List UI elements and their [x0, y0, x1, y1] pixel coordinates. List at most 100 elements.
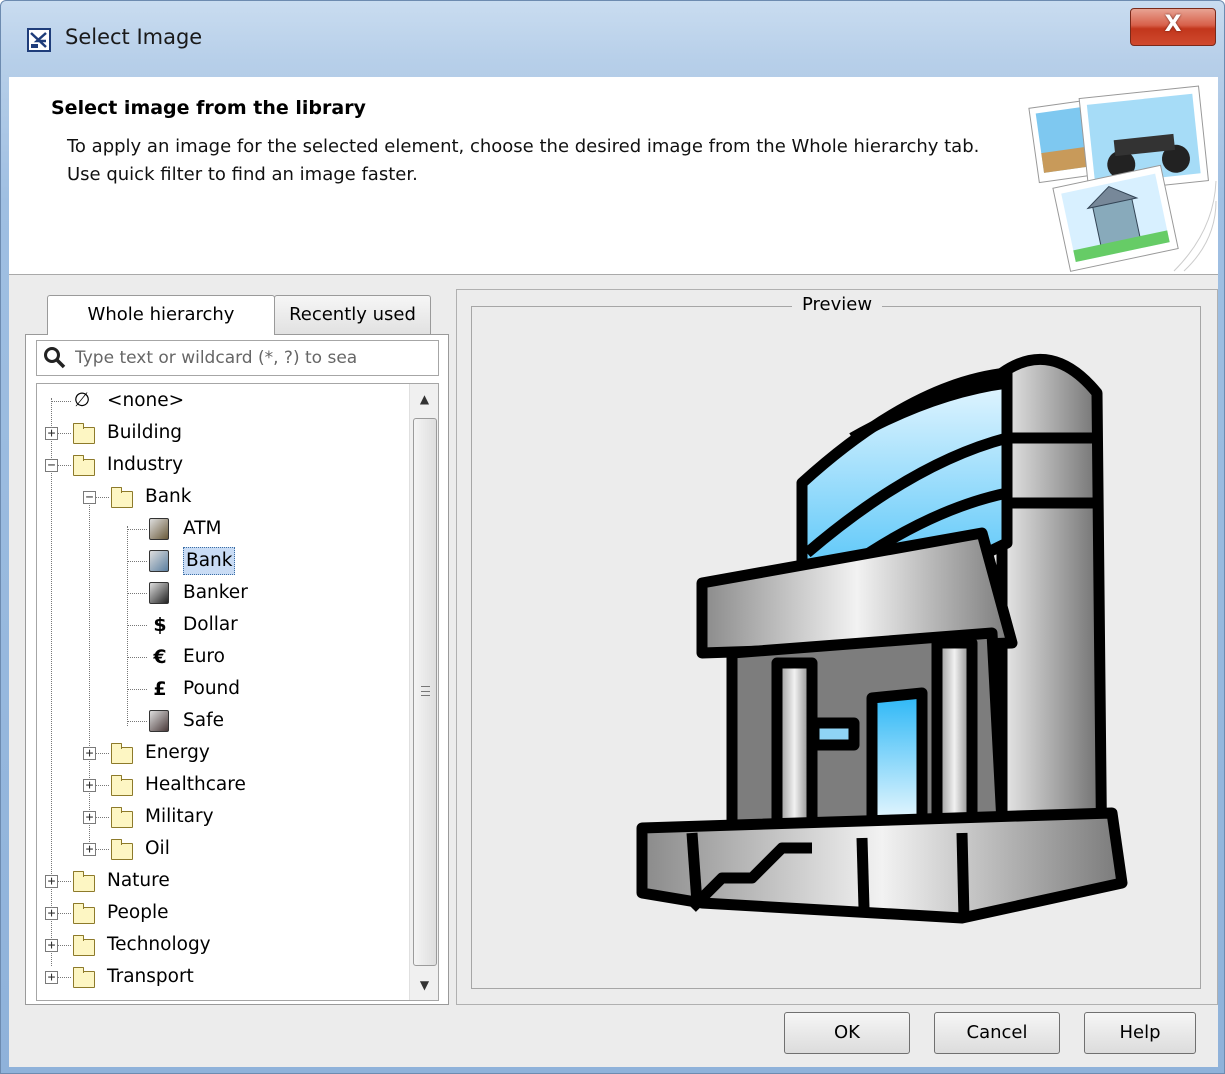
folder-icon: [73, 871, 95, 892]
folder-icon: [73, 967, 95, 988]
tree-item-bank[interactable]: − Bank: [37, 482, 407, 512]
folder-icon: [111, 839, 133, 860]
tree-item-label: Oil: [145, 838, 170, 859]
collapse-icon[interactable]: −: [83, 491, 96, 504]
tree-item-people[interactable]: + People: [37, 898, 407, 928]
dialog-body: Select image from the library To apply a…: [9, 77, 1218, 1067]
tab-whole-hierarchy[interactable]: Whole hierarchy: [47, 295, 275, 335]
tree-item-safe[interactable]: Safe: [37, 706, 407, 736]
bank-icon: [149, 550, 169, 572]
tree-connector: [127, 657, 147, 658]
title-bar[interactable]: Select Image X: [1, 1, 1224, 77]
tree-item-transport[interactable]: + Transport: [37, 962, 407, 992]
close-button[interactable]: X: [1130, 8, 1216, 46]
quick-filter[interactable]: [36, 340, 439, 376]
tree-connector: [127, 689, 147, 690]
tree-item-military[interactable]: + Military: [37, 802, 407, 832]
dollar-icon: $: [153, 614, 167, 636]
folder-icon: [111, 743, 133, 764]
expand-icon[interactable]: +: [83, 747, 96, 760]
help-button[interactable]: Help: [1084, 1012, 1196, 1054]
tree-item-label: Transport: [107, 966, 194, 987]
expand-icon[interactable]: +: [45, 939, 58, 952]
tree-item-label: Nature: [107, 870, 170, 891]
tree-connector: [127, 625, 147, 626]
expand-icon[interactable]: +: [45, 907, 58, 920]
tree-scrollbar[interactable]: ▲ ▼: [409, 384, 438, 1000]
tree-item-healthcare[interactable]: + Healthcare: [37, 770, 407, 800]
preview-label: Preview: [792, 294, 883, 315]
tree-item-oil[interactable]: + Oil: [37, 834, 407, 864]
tree-item-euro[interactable]: € Euro: [37, 642, 407, 672]
expand-icon[interactable]: +: [83, 779, 96, 792]
tree-item-bank[interactable]: Bank: [37, 546, 407, 576]
tree-connector: [127, 529, 147, 530]
dialog-header: Select image from the library To apply a…: [9, 77, 1218, 275]
collapse-icon[interactable]: −: [45, 459, 58, 472]
tree-item-atm[interactable]: ATM: [37, 514, 407, 544]
grip-icon: [421, 686, 430, 696]
tree-connector: [51, 401, 71, 402]
bank-building-preview-image: [636, 353, 1128, 924]
tree-item-label: Bank: [183, 547, 236, 575]
tree-connector: [127, 593, 147, 594]
safe-icon: [149, 710, 169, 732]
expand-icon[interactable]: +: [83, 811, 96, 824]
preview-panel: Preview: [456, 289, 1218, 1005]
tree-item-label: Bank: [145, 486, 192, 507]
tree-item-label: People: [107, 902, 169, 923]
tab-content: ▲ ▼ ∅ <none> + Building − Industry − Bank ATM Ban…: [25, 334, 449, 1005]
tree-item-building[interactable]: + Building: [37, 418, 407, 448]
tree-item-label: Energy: [145, 742, 210, 763]
pound-icon: £: [153, 678, 167, 700]
tree-item-dollar[interactable]: $ Dollar: [37, 610, 407, 640]
euro-icon: €: [153, 646, 167, 668]
image-tree[interactable]: ▲ ▼ ∅ <none> + Building − Industry − Bank ATM Ban…: [36, 383, 439, 1001]
tree-item-label: Banker: [183, 582, 248, 603]
search-icon: [44, 347, 66, 369]
tree-item-label: Industry: [107, 454, 184, 475]
tree-item-pound[interactable]: £ Pound: [37, 674, 407, 704]
tree-item-banker[interactable]: Banker: [37, 578, 407, 608]
image-library-illustration: [1028, 85, 1217, 272]
app-icon: [27, 28, 51, 52]
expand-icon[interactable]: +: [45, 427, 58, 440]
tree-item-technology[interactable]: + Technology: [37, 930, 407, 960]
image-browser-panel: Whole hierarchy Recently used ▲ ▼: [25, 289, 449, 1005]
close-icon: X: [1164, 12, 1182, 37]
tree-connector: [127, 561, 147, 562]
tree-item-energy[interactable]: + Energy: [37, 738, 407, 768]
banker-icon: [149, 582, 169, 604]
tree-item-label: Euro: [183, 646, 225, 667]
folder-icon: [111, 487, 133, 508]
cancel-button[interactable]: Cancel: [934, 1012, 1060, 1054]
scroll-up-arrow-icon[interactable]: ▲: [410, 384, 438, 414]
expand-icon[interactable]: +: [45, 971, 58, 984]
folder-icon: [111, 807, 133, 828]
expand-icon[interactable]: +: [83, 843, 96, 856]
none-icon: ∅: [73, 389, 91, 411]
folder-icon: [73, 935, 95, 956]
folder-icon: [111, 775, 133, 796]
scroll-thumb[interactable]: [413, 418, 437, 966]
expand-icon[interactable]: +: [45, 875, 58, 888]
tree-item-none[interactable]: ∅ <none>: [37, 386, 407, 416]
tree-connector: [127, 721, 147, 722]
ok-button[interactable]: OK: [784, 1012, 910, 1054]
tree-item-label: Building: [107, 422, 183, 443]
select-image-dialog: Select Image X Select image from the lib…: [0, 0, 1225, 1074]
scroll-down-arrow-icon[interactable]: ▼: [410, 970, 438, 1000]
tree-item-label: Safe: [183, 710, 224, 731]
window-title: Select Image: [65, 25, 203, 49]
folder-icon: [73, 423, 95, 444]
tab-recently-used[interactable]: Recently used: [274, 295, 431, 335]
tree-item-nature[interactable]: + Nature: [37, 866, 407, 896]
tree-item-label: Pound: [183, 678, 241, 699]
header-description: To apply an image for the selected eleme…: [67, 136, 980, 185]
search-input[interactable]: [75, 343, 435, 373]
tree-item-label: Healthcare: [145, 774, 246, 795]
tree-item-label: Military: [145, 806, 214, 827]
tree-item-industry[interactable]: − Industry: [37, 450, 407, 480]
tree-item-label: <none>: [107, 390, 185, 411]
folder-icon: [73, 455, 95, 476]
